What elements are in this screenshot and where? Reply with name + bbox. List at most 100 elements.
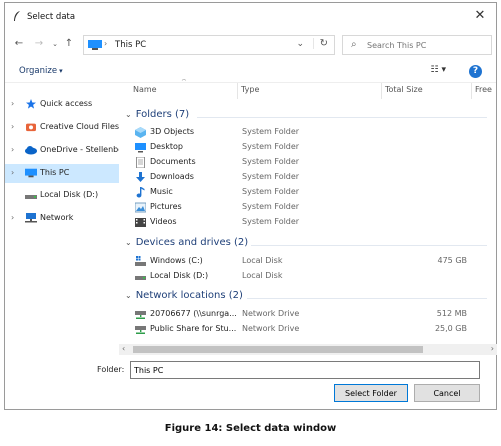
- column-divider[interactable]: [237, 83, 238, 99]
- item-name: 3D Objects: [150, 127, 195, 136]
- item-name: Windows (C:): [150, 256, 203, 265]
- pictures-icon: [135, 202, 146, 213]
- item-name: Music: [150, 187, 173, 196]
- collapse-chevron-icon[interactable]: ⌄: [125, 110, 132, 119]
- item-type: System Folder: [242, 142, 300, 151]
- item-name: Videos: [150, 217, 177, 226]
- list-item[interactable]: Windows (C:) Local Disk 475 GB: [131, 254, 491, 269]
- scroll-left-icon[interactable]: ‹: [122, 344, 125, 353]
- caret-down-icon: ▾: [59, 67, 63, 75]
- select-folder-button[interactable]: Select Folder: [334, 384, 408, 402]
- creative-cloud-icon: [26, 123, 36, 132]
- item-name: Pictures: [150, 202, 182, 211]
- sidebar-item-label: Quick access: [40, 99, 93, 108]
- breadcrumb-path[interactable]: This PC: [115, 40, 146, 50]
- list-item[interactable]: 20706677 (\\sunrga... Network Drive 512 …: [131, 307, 491, 322]
- item-type: System Folder: [242, 172, 300, 181]
- scroll-right-icon[interactable]: ›: [491, 344, 494, 353]
- desktop-icon: [135, 143, 146, 153]
- item-type: Local Disk: [242, 256, 283, 265]
- column-header-type[interactable]: Type: [241, 85, 259, 94]
- select-data-dialog: Select data ✕ ← → ⌄ ↑ › This PC ⌄ ↻ ⌕ Or…: [4, 2, 497, 410]
- list-item[interactable]: Pictures System Folder: [131, 200, 491, 215]
- list-item[interactable]: Documents System Folder: [131, 155, 491, 170]
- expand-chevron-icon[interactable]: ›: [11, 145, 14, 154]
- cancel-button[interactable]: Cancel: [414, 384, 480, 402]
- group-divider: [247, 298, 487, 299]
- group-header-devices-and-drives[interactable]: ⌄ Devices and drives (2): [125, 237, 248, 248]
- item-type: System Folder: [242, 157, 300, 166]
- item-name: Downloads: [150, 172, 194, 181]
- sort-ascending-icon: ^: [181, 79, 187, 86]
- folder-field[interactable]: [130, 361, 480, 379]
- item-total-size: 475 GB: [437, 256, 468, 265]
- back-arrow-icon[interactable]: ←: [13, 38, 25, 50]
- sidebar-item-label: OneDrive - Stellenbos: [40, 145, 119, 154]
- documents-icon: [136, 157, 145, 168]
- list-item[interactable]: 3D Objects System Folder: [131, 125, 491, 140]
- group-header-network-locations[interactable]: ⌄ Network locations (2): [125, 290, 243, 301]
- item-name: Public Share for Stu...: [150, 324, 237, 333]
- horizontal-scrollbar[interactable]: ‹ ›: [119, 344, 497, 355]
- breadcrumb-separator-icon[interactable]: ›: [104, 39, 107, 48]
- view-options-icon[interactable]: ☷ ▾: [431, 65, 446, 75]
- organize-button[interactable]: Organize ▾: [19, 66, 63, 76]
- network-drive-icon: [135, 326, 146, 334]
- sidebar-item-label: Local Disk (D:): [40, 190, 99, 199]
- help-icon[interactable]: ?: [469, 65, 482, 78]
- list-item[interactable]: Public Share for Stu... Network Drive 25…: [131, 322, 491, 337]
- chevron-down-icon[interactable]: ⌄: [296, 39, 304, 49]
- column-header-free-space[interactable]: Free: [475, 85, 492, 94]
- list-item[interactable]: Downloads System Folder: [131, 170, 491, 185]
- expand-chevron-icon[interactable]: ›: [11, 99, 14, 108]
- group-title: Folders (7): [135, 109, 190, 120]
- figure-caption: Figure 14: Select data window: [164, 423, 337, 434]
- list-item[interactable]: Music System Folder: [131, 185, 491, 200]
- item-name: Desktop: [150, 142, 183, 151]
- window-title: Select data: [27, 12, 76, 22]
- group-header-folders[interactable]: ⌄ Folders (7): [125, 109, 189, 120]
- windows-drive-icon: [135, 256, 146, 266]
- column-divider[interactable]: [381, 83, 382, 99]
- item-total-size: 25,0 GB: [434, 324, 467, 333]
- search-box: ⌕: [342, 35, 492, 55]
- collapse-chevron-icon[interactable]: ⌄: [125, 291, 132, 300]
- up-arrow-icon[interactable]: ↑: [63, 38, 75, 50]
- sidebar-item-local-disk-d[interactable]: Local Disk (D:): [5, 186, 119, 205]
- sidebar-item-network[interactable]: › Network: [5, 209, 119, 228]
- column-divider[interactable]: [471, 83, 472, 99]
- recent-locations-chevron-icon[interactable]: ⌄: [49, 38, 61, 50]
- computer-icon: [25, 168, 37, 178]
- column-header-total-size[interactable]: Total Size: [385, 85, 423, 94]
- group-divider: [197, 117, 487, 118]
- item-type: Network Drive: [242, 324, 300, 333]
- title-bar: Select data ✕: [5, 3, 496, 31]
- refresh-icon[interactable]: ↻: [312, 38, 328, 49]
- sidebar-item-quick-access[interactable]: › Quick access: [5, 95, 119, 114]
- sidebar-item-this-pc[interactable]: › This PC: [5, 164, 119, 183]
- expand-chevron-icon[interactable]: ›: [11, 122, 14, 131]
- expand-chevron-icon[interactable]: ›: [11, 213, 14, 222]
- scrollbar-thumb[interactable]: [133, 346, 423, 353]
- column-header-name[interactable]: Name: [133, 85, 157, 94]
- collapse-chevron-icon[interactable]: ⌄: [125, 238, 132, 247]
- list-item[interactable]: Videos System Folder: [131, 215, 491, 230]
- search-input[interactable]: [367, 39, 487, 51]
- address-bar[interactable]: › This PC ⌄ ↻: [83, 35, 335, 55]
- list-item[interactable]: Local Disk (D:) Local Disk: [131, 269, 491, 284]
- folder-label: Folder:: [97, 365, 125, 374]
- downloads-icon: [136, 172, 145, 182]
- item-type: System Folder: [242, 202, 300, 211]
- network-drive-icon: [135, 311, 146, 319]
- list-item[interactable]: Desktop System Folder: [131, 140, 491, 155]
- item-name: 20706677 (\\sunrga...: [150, 309, 237, 318]
- sidebar-item-creative-cloud[interactable]: › Creative Cloud Files: [5, 118, 119, 137]
- content-pane: ^ Name Type Total Size Free ⌄ Folders (7)…: [119, 79, 497, 343]
- item-type: Local Disk: [242, 271, 283, 280]
- computer-icon: [88, 40, 102, 50]
- expand-chevron-icon[interactable]: ›: [11, 168, 14, 177]
- forward-arrow-icon[interactable]: →: [33, 38, 45, 50]
- close-icon[interactable]: ✕: [472, 8, 488, 24]
- star-icon: [26, 99, 36, 109]
- sidebar-item-onedrive[interactable]: › OneDrive - Stellenbos: [5, 141, 119, 160]
